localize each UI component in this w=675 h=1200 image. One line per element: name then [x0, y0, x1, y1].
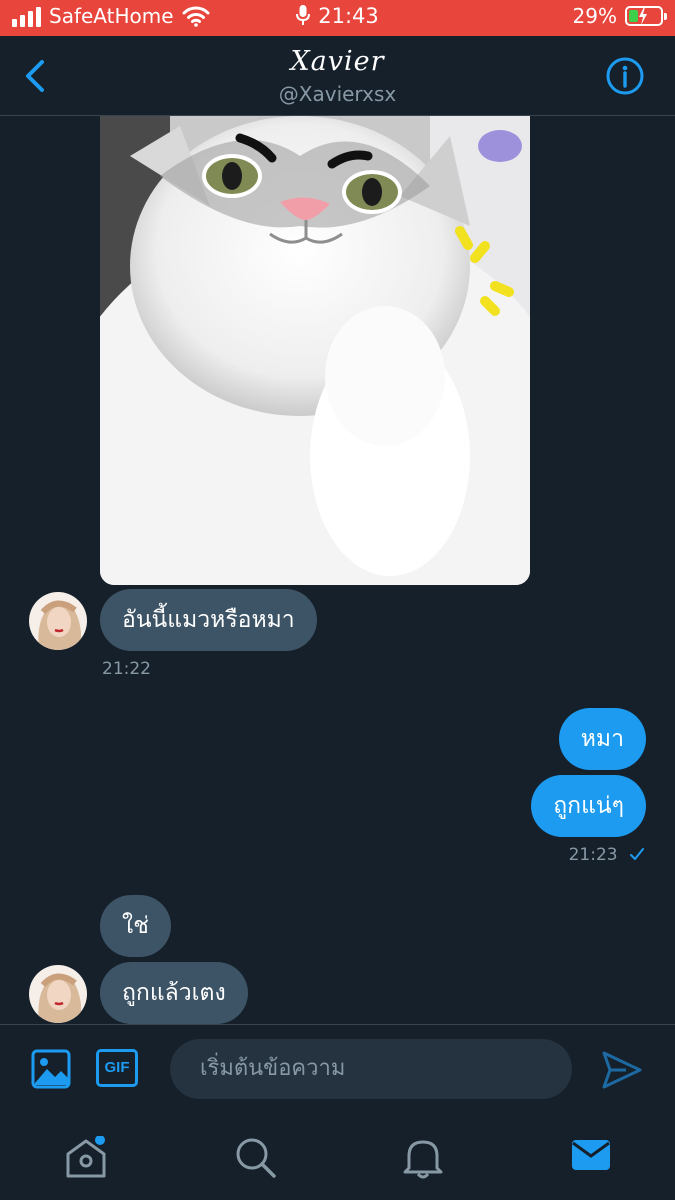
conversation-title[interactable]: Xavier: [0, 46, 675, 77]
info-icon[interactable]: [605, 56, 645, 96]
battery-percent: 29%: [572, 4, 617, 28]
cat-photo: [100, 116, 530, 585]
battery-icon: [625, 6, 667, 26]
message-composer: GIF: [0, 1024, 675, 1114]
message-timestamp: 21:22: [102, 659, 151, 679]
conversation-header: Xavier @Xavierxsx: [0, 36, 675, 116]
microphone-icon: [296, 5, 311, 25]
avatar-icon: [29, 965, 87, 1023]
avatar-icon: [29, 592, 87, 650]
status-bar: SafeAtHome 21:43 29%: [0, 0, 675, 36]
message-bubble-incoming[interactable]: ใช่: [100, 895, 171, 957]
notifications-icon[interactable]: [403, 1136, 443, 1180]
message-bubble-outgoing[interactable]: หมา: [558, 708, 646, 770]
message-bubble-incoming[interactable]: อันนี้แมวหรือหมา: [100, 589, 317, 651]
avatar[interactable]: [29, 592, 87, 650]
check-icon: [630, 848, 644, 860]
message-bubble-incoming[interactable]: ถูกแล้วเตง: [100, 962, 248, 1024]
search-icon[interactable]: [234, 1136, 278, 1180]
message-input[interactable]: [170, 1039, 572, 1099]
status-time: 21:43: [318, 4, 379, 28]
image-icon[interactable]: [31, 1049, 71, 1089]
avatar[interactable]: [29, 965, 87, 1023]
conversation-handle[interactable]: @Xavierxsx: [0, 82, 675, 106]
home-icon[interactable]: [64, 1136, 108, 1180]
message-timestamp: 21:23: [568, 845, 618, 865]
message-timestamp-outgoing: 21:23: [569, 845, 645, 865]
cat-photo-message[interactable]: [100, 116, 530, 585]
bottom-tab-bar: [0, 1114, 675, 1200]
gif-button[interactable]: GIF: [96, 1049, 138, 1087]
message-bubble-outgoing[interactable]: ถูกแน่ๆ: [531, 775, 646, 837]
send-icon[interactable]: [602, 1051, 642, 1089]
messages-icon[interactable]: [571, 1136, 611, 1174]
